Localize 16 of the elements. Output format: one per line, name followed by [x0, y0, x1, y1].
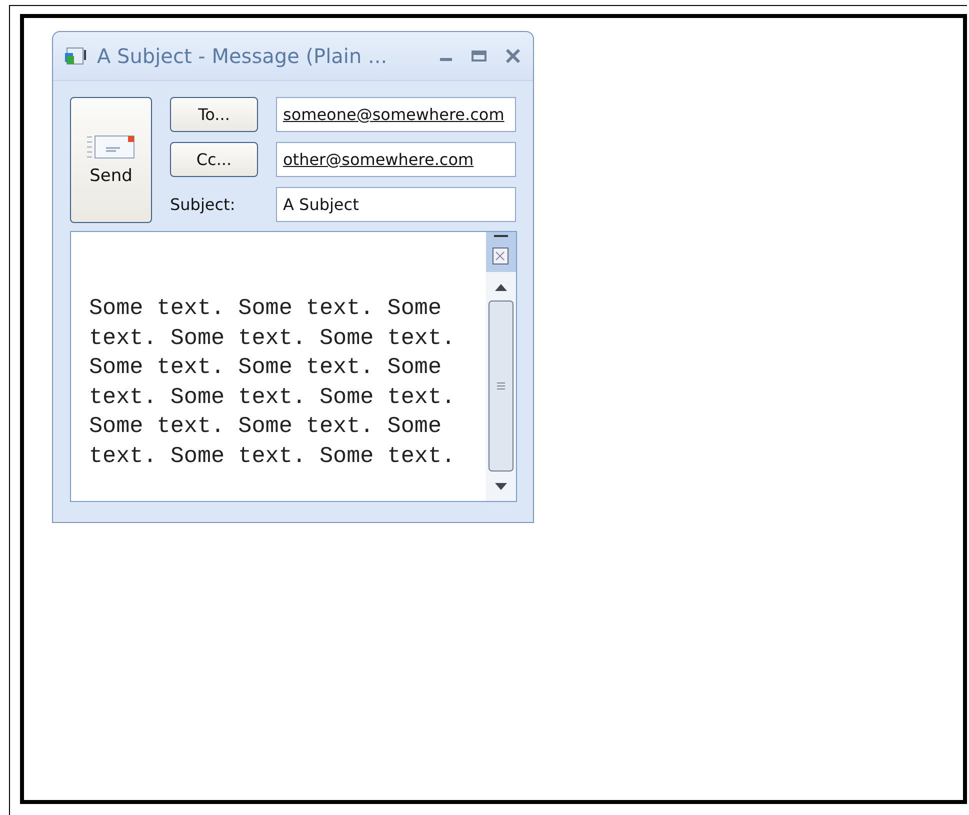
- close-icon[interactable]: [505, 49, 521, 63]
- scrollbar[interactable]: [486, 232, 516, 501]
- envelope-icon: [86, 134, 136, 160]
- subject-label: Subject:: [170, 194, 236, 216]
- subject-field[interactable]: A Subject: [276, 187, 516, 222]
- address-button[interactable]: To...: [170, 97, 258, 132]
- address-field[interactable]: someone@somewhere.com: [276, 97, 516, 132]
- address-field[interactable]: other@somewhere.com: [276, 142, 516, 177]
- address-button[interactable]: Cc...: [170, 142, 258, 177]
- scroll-down-icon[interactable]: [494, 482, 508, 492]
- scroll-up-icon[interactable]: [494, 282, 508, 292]
- scroll-thumb[interactable]: [488, 300, 514, 472]
- message-body-text: Some text. Some text. Some text. Some text. Some text. Some text. Some text. Some text. Some text. Some text. Some text. Some text. Some text. Some text. Some text.: [89, 294, 456, 470]
- maximize-icon[interactable]: [471, 49, 487, 63]
- window-title: A Subject - Message (Plain ...: [97, 44, 388, 68]
- send-button[interactable]: Send: [70, 97, 152, 223]
